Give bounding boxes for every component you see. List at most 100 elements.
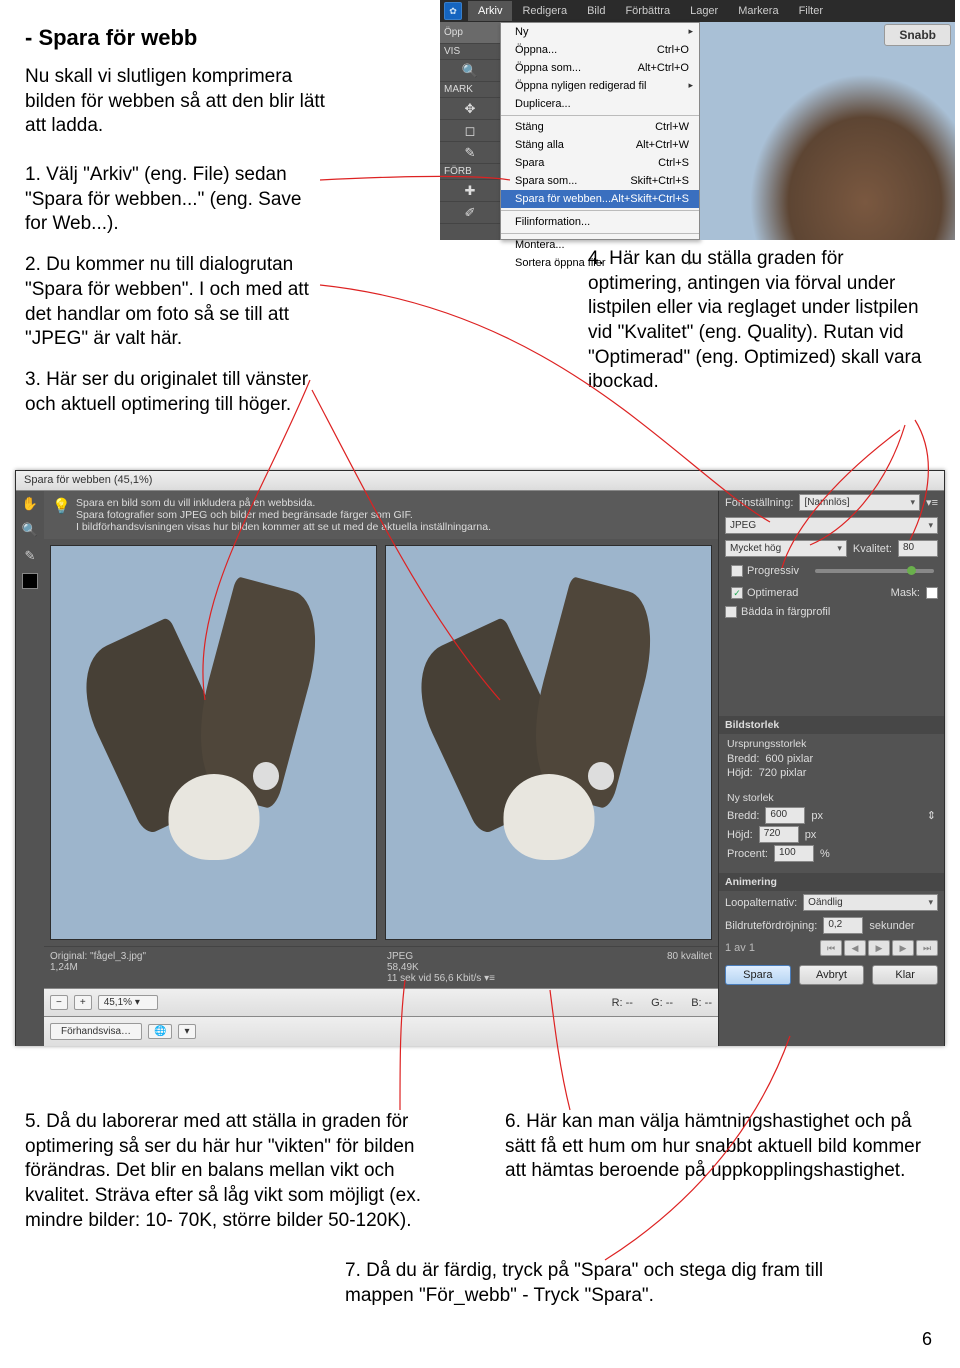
zoom-out-button[interactable]: − xyxy=(50,995,68,1010)
bildstorlek-header: Bildstorlek xyxy=(719,716,944,734)
menu-forbattra[interactable]: Förbättra xyxy=(615,1,680,21)
next-frame-button[interactable]: ▶ xyxy=(892,940,914,956)
new-height-input[interactable]: 720 xyxy=(759,826,799,843)
progressive-checkbox[interactable] xyxy=(731,565,743,577)
optimized-preview[interactable] xyxy=(385,545,712,940)
menu-separator xyxy=(501,115,699,116)
file-dropdown: Ny Öppna...Ctrl+O Öppna som...Alt+Ctrl+O… xyxy=(500,22,700,240)
app-icon: ✿ xyxy=(444,2,462,20)
menu-item-recent[interactable]: Öppna nyligen redigerad fil xyxy=(501,77,699,95)
crop-tool-icon[interactable]: ✚ xyxy=(440,180,500,202)
file-menu-screenshot: ✿ Arkiv Redigera Bild Förbättra Lager Ma… xyxy=(440,0,955,240)
color-swatch[interactable] xyxy=(22,573,38,589)
intro-text: Nu skall vi slutligen komprimera bilden … xyxy=(25,65,325,139)
menu-redigera[interactable]: Redigera xyxy=(512,1,577,21)
prev-frame-button[interactable]: ◀ xyxy=(844,940,866,956)
preset-dropdown[interactable]: [Namnlös] xyxy=(799,494,920,511)
link-icon[interactable]: ⇕ xyxy=(927,809,936,822)
zoom-tool-icon[interactable]: 🔍 xyxy=(440,60,500,82)
hint-text: Spara en bild som du vill inkludera på e… xyxy=(76,497,491,533)
optimized-checkbox[interactable]: ✓ xyxy=(731,587,743,599)
format-dropdown[interactable]: JPEG xyxy=(725,517,938,534)
ursprung-header: Ursprungsstorlek xyxy=(727,738,936,750)
menu-item-montera[interactable]: Montera... xyxy=(501,236,699,254)
lasso-tool-icon[interactable]: ✎ xyxy=(440,142,500,164)
frame-counter: 1 av 1 xyxy=(725,942,818,954)
mark-label: MARK xyxy=(440,82,500,98)
new-width-input[interactable]: 600 xyxy=(765,807,805,824)
orig-height-label: Höjd: xyxy=(727,767,753,779)
last-frame-button[interactable]: ⏭ xyxy=(916,940,938,956)
menu-item-oppna-som[interactable]: Öppna som...Alt+Ctrl+O xyxy=(501,59,699,77)
menu-bild[interactable]: Bild xyxy=(577,1,615,21)
percent-input[interactable]: 100 xyxy=(774,845,814,862)
dialog-title: Spara för webben (45,1%) xyxy=(16,471,944,491)
brush-tool-icon[interactable]: ✐ xyxy=(440,202,500,224)
menu-separator xyxy=(501,210,699,211)
page-number: 6 xyxy=(922,1329,932,1350)
menu-lager[interactable]: Lager xyxy=(680,1,728,21)
dialog-toolbar: ✋ 🔍 ✎ xyxy=(16,491,44,1046)
original-info: Original: "fågel_3.jpg" 1,24M xyxy=(44,946,381,988)
menu-item-spara-som[interactable]: Spara som...Skift+Ctrl+S xyxy=(501,172,699,190)
zoom-in-button[interactable]: + xyxy=(74,995,92,1010)
browser-dropdown-icon[interactable]: ▾ xyxy=(178,1024,195,1039)
speed-menu-icon[interactable]: ▾≡ xyxy=(484,973,495,984)
wing-graphic xyxy=(730,52,955,240)
settings-panel: Förinställning: [Namnlös] ▾≡ JPEG Mycket… xyxy=(718,491,944,1046)
menu-markera[interactable]: Markera xyxy=(728,1,788,21)
mask-swatch[interactable] xyxy=(926,587,938,599)
preview-button[interactable]: Förhandsvisa… xyxy=(50,1023,142,1040)
hint-bar: 💡 Spara en bild som du vill inkludera på… xyxy=(44,491,718,539)
menu-item-duplicera[interactable]: Duplicera... xyxy=(501,95,699,113)
original-preview[interactable] xyxy=(50,545,377,940)
menu-item-oppna[interactable]: Öppna...Ctrl+O xyxy=(501,41,699,59)
optimized-info: JPEG 80 kvalitet 58,49K 11 sek vid 56,6 … xyxy=(381,946,718,988)
menu-item-spara[interactable]: SparaCtrl+S xyxy=(501,154,699,172)
preset-label: Förinställning: xyxy=(725,497,793,509)
menu-item-sortera[interactable]: Sortera öppna filer xyxy=(501,254,699,272)
done-button[interactable]: Klar xyxy=(872,965,938,985)
open-button-truncated[interactable]: Öpp xyxy=(440,22,500,44)
zoom-tool-icon[interactable]: 🔍 xyxy=(21,521,39,539)
first-frame-button[interactable]: ⏮ xyxy=(820,940,842,956)
browser-icon[interactable]: 🌐 xyxy=(148,1024,172,1039)
quality-value[interactable]: 80 xyxy=(898,540,938,557)
menu-item-save-for-web[interactable]: Spara för webben...Alt+Skift+Ctrl+S xyxy=(501,190,699,208)
step-6: 6. Här kan man välja hämtningshastighet … xyxy=(505,1110,935,1233)
mask-label: Mask: xyxy=(891,587,920,599)
quality-slider[interactable] xyxy=(815,569,934,573)
snabb-button[interactable]: Snabb xyxy=(884,24,951,46)
play-button[interactable]: ▶ xyxy=(868,940,890,956)
move-tool-icon[interactable]: ✥ xyxy=(440,98,500,120)
delay-label: Bildrutefördröjning: xyxy=(725,920,817,932)
embed-profile-label: Bädda in färgprofil xyxy=(741,606,830,618)
save-for-web-dialog: Spara för webben (45,1%) ✋ 🔍 ✎ 💡 Spara e… xyxy=(15,470,945,1046)
menu-item-stang[interactable]: StängCtrl+W xyxy=(501,118,699,136)
orig-width: 600 pixlar xyxy=(765,753,813,765)
menu-item-stang-alla[interactable]: Stäng allaAlt+Ctrl+W xyxy=(501,136,699,154)
menu-arkiv[interactable]: Arkiv xyxy=(468,1,512,21)
menu-item-fileinfo[interactable]: Filinformation... xyxy=(501,213,699,231)
embed-profile-checkbox[interactable] xyxy=(725,606,737,618)
menubar: ✿ Arkiv Redigera Bild Förbättra Lager Ma… xyxy=(440,0,955,22)
progressive-label: Progressiv xyxy=(747,565,799,577)
quality-preset-dropdown[interactable]: Mycket hög xyxy=(725,540,847,557)
menu-separator xyxy=(501,233,699,234)
marquee-tool-icon[interactable]: ◻ xyxy=(440,120,500,142)
percent-label: Procent: xyxy=(727,848,768,860)
step-2: 2. Du kommer nu till dialogrutan "Spara … xyxy=(25,253,325,352)
menu-item-ny[interactable]: Ny xyxy=(501,23,699,41)
loop-dropdown[interactable]: Oändlig xyxy=(803,894,938,911)
eyedropper-icon[interactable]: ✎ xyxy=(21,547,39,565)
hand-tool-icon[interactable]: ✋ xyxy=(21,495,39,513)
preset-menu-icon[interactable]: ▾≡ xyxy=(926,496,938,509)
menu-filter[interactable]: Filter xyxy=(789,1,833,21)
canvas-preview: Snabb xyxy=(700,22,955,240)
step-7: 7. Då du är färdig, tryck på "Spara" och… xyxy=(345,1259,845,1308)
left-panel-strip: Öpp VIS 🔍 MARK ✥ ◻ ✎ FÖRB ✚ ✐ xyxy=(440,22,500,240)
cancel-button[interactable]: Avbryt xyxy=(799,965,865,985)
save-button[interactable]: Spara xyxy=(725,965,791,985)
delay-input[interactable]: 0,2 xyxy=(823,917,863,934)
zoom-level[interactable]: 45,1% ▾ xyxy=(98,995,158,1010)
